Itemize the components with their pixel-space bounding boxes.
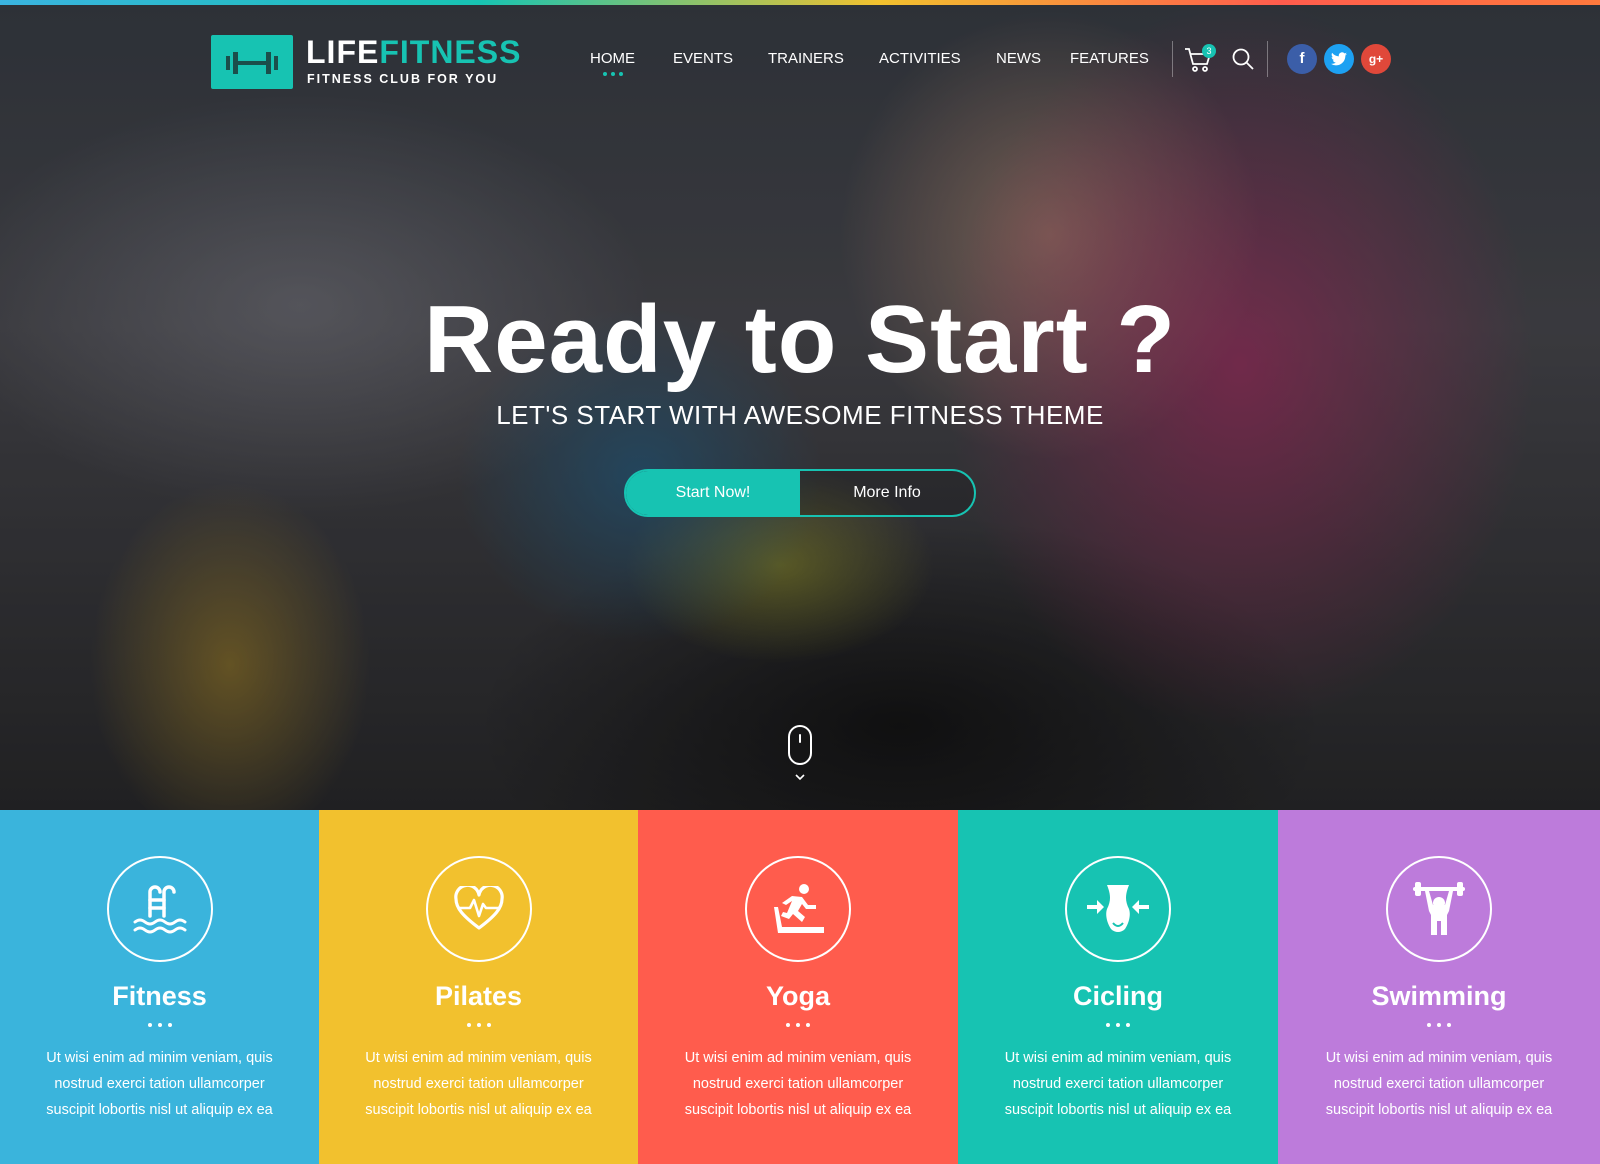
dots-divider — [786, 1023, 810, 1027]
feature-card-yoga[interactable]: Yoga Ut wisi enim ad minim veniam, quis … — [638, 810, 958, 1164]
more-info-button[interactable]: More Info — [800, 471, 974, 515]
brand-name-part1: LIFE — [306, 34, 380, 70]
feature-title: Yoga — [765, 981, 830, 1011]
nav-item-events[interactable]: EVENTS — [673, 50, 733, 67]
logo-icon[interactable] — [211, 35, 293, 89]
active-indicator — [602, 72, 623, 76]
nav-item-home[interactable]: HOME — [590, 50, 635, 76]
feature-text: Ut wisi enim ad minim veniam, quis nostr… — [365, 1050, 592, 1118]
nav-item-label: ACTIVITIES — [879, 50, 961, 67]
facebook-glyph: f — [1299, 50, 1305, 67]
feature-text: Ut wisi enim ad minim veniam, quis nostr… — [684, 1050, 912, 1118]
feature-title: Cicling — [1072, 981, 1163, 1011]
feature-title: Swimming — [1371, 981, 1507, 1011]
nav-item-label: NEWS — [996, 50, 1041, 67]
nav-item-features[interactable]: FEATURES — [1070, 50, 1149, 67]
dots-divider — [466, 1023, 491, 1027]
heart-pulse-icon — [425, 856, 532, 962]
google-plus-glyph: g+ — [1368, 52, 1384, 66]
feature-text: Ut wisi enim ad minim veniam, quis nostr… — [46, 1050, 273, 1118]
nav-item-activities[interactable]: ACTIVITIES — [879, 50, 961, 67]
mouse-scroll-icon[interactable] — [788, 725, 812, 765]
dots-divider — [1106, 1023, 1130, 1027]
hero-subtitle: LET'S START WITH AWESOME FITNESS THEME — [496, 400, 1104, 430]
nav-item-trainers[interactable]: TRAINERS — [768, 50, 844, 67]
brand-tagline: FITNESS CLUB FOR YOU — [307, 72, 499, 86]
nav-item-label: TRAINERS — [768, 50, 844, 67]
nav-item-label: FEATURES — [1070, 50, 1149, 67]
feature-card-cicling[interactable]: Cicling Ut wisi enim ad minim veniam, qu… — [958, 810, 1278, 1164]
hero-title: Ready to Start ? — [423, 286, 1177, 393]
feature-title: Pilates — [434, 981, 523, 1011]
nav-item-label: EVENTS — [673, 50, 734, 67]
twitter-icon[interactable] — [1324, 44, 1354, 74]
nav-item-label: HOME — [590, 50, 635, 67]
dots-divider — [147, 1023, 172, 1027]
pool-ladder-icon — [106, 856, 213, 962]
brand-name[interactable]: LIFEFITNESS — [306, 34, 521, 71]
hero-button-group: Start Now! More Info — [624, 469, 976, 517]
google-plus-icon[interactable]: g+ — [1361, 44, 1391, 74]
nav-divider — [1172, 41, 1173, 77]
treadmill-runner-icon — [745, 856, 851, 962]
features-section: Fitness Ut wisi enim ad minim veniam, qu… — [0, 810, 1600, 1164]
brand-name-part2: FITNESS — [379, 34, 522, 70]
dots-divider — [1427, 1023, 1451, 1027]
feature-card-swimming[interactable]: Swimming Ut wisi enim ad minim veniam, q… — [1278, 810, 1600, 1164]
feature-card-fitness[interactable]: Fitness Ut wisi enim ad minim veniam, qu… — [0, 810, 319, 1164]
start-now-button[interactable]: Start Now! — [626, 471, 800, 515]
feature-title: Fitness — [112, 981, 207, 1011]
weightlifter-icon — [1386, 856, 1492, 962]
facebook-icon[interactable]: f — [1287, 44, 1317, 74]
feature-text: Ut wisi enim ad minim veniam, quis nostr… — [1004, 1050, 1232, 1118]
waist-icon — [1065, 856, 1171, 962]
cart-count-badge: 3 — [1202, 44, 1216, 58]
nav-divider — [1267, 41, 1268, 77]
search-icon[interactable] — [1231, 47, 1255, 75]
feature-text: Ut wisi enim ad minim veniam, quis nostr… — [1325, 1050, 1553, 1118]
site-header: LIFEFITNESS FITNESS CLUB FOR YOU HOME EV… — [0, 0, 1600, 110]
nav-item-news[interactable]: NEWS — [996, 50, 1041, 67]
scroll-down-arrow-icon[interactable] — [793, 772, 807, 782]
feature-card-pilates[interactable]: Pilates Ut wisi enim ad minim veniam, qu… — [319, 810, 638, 1164]
